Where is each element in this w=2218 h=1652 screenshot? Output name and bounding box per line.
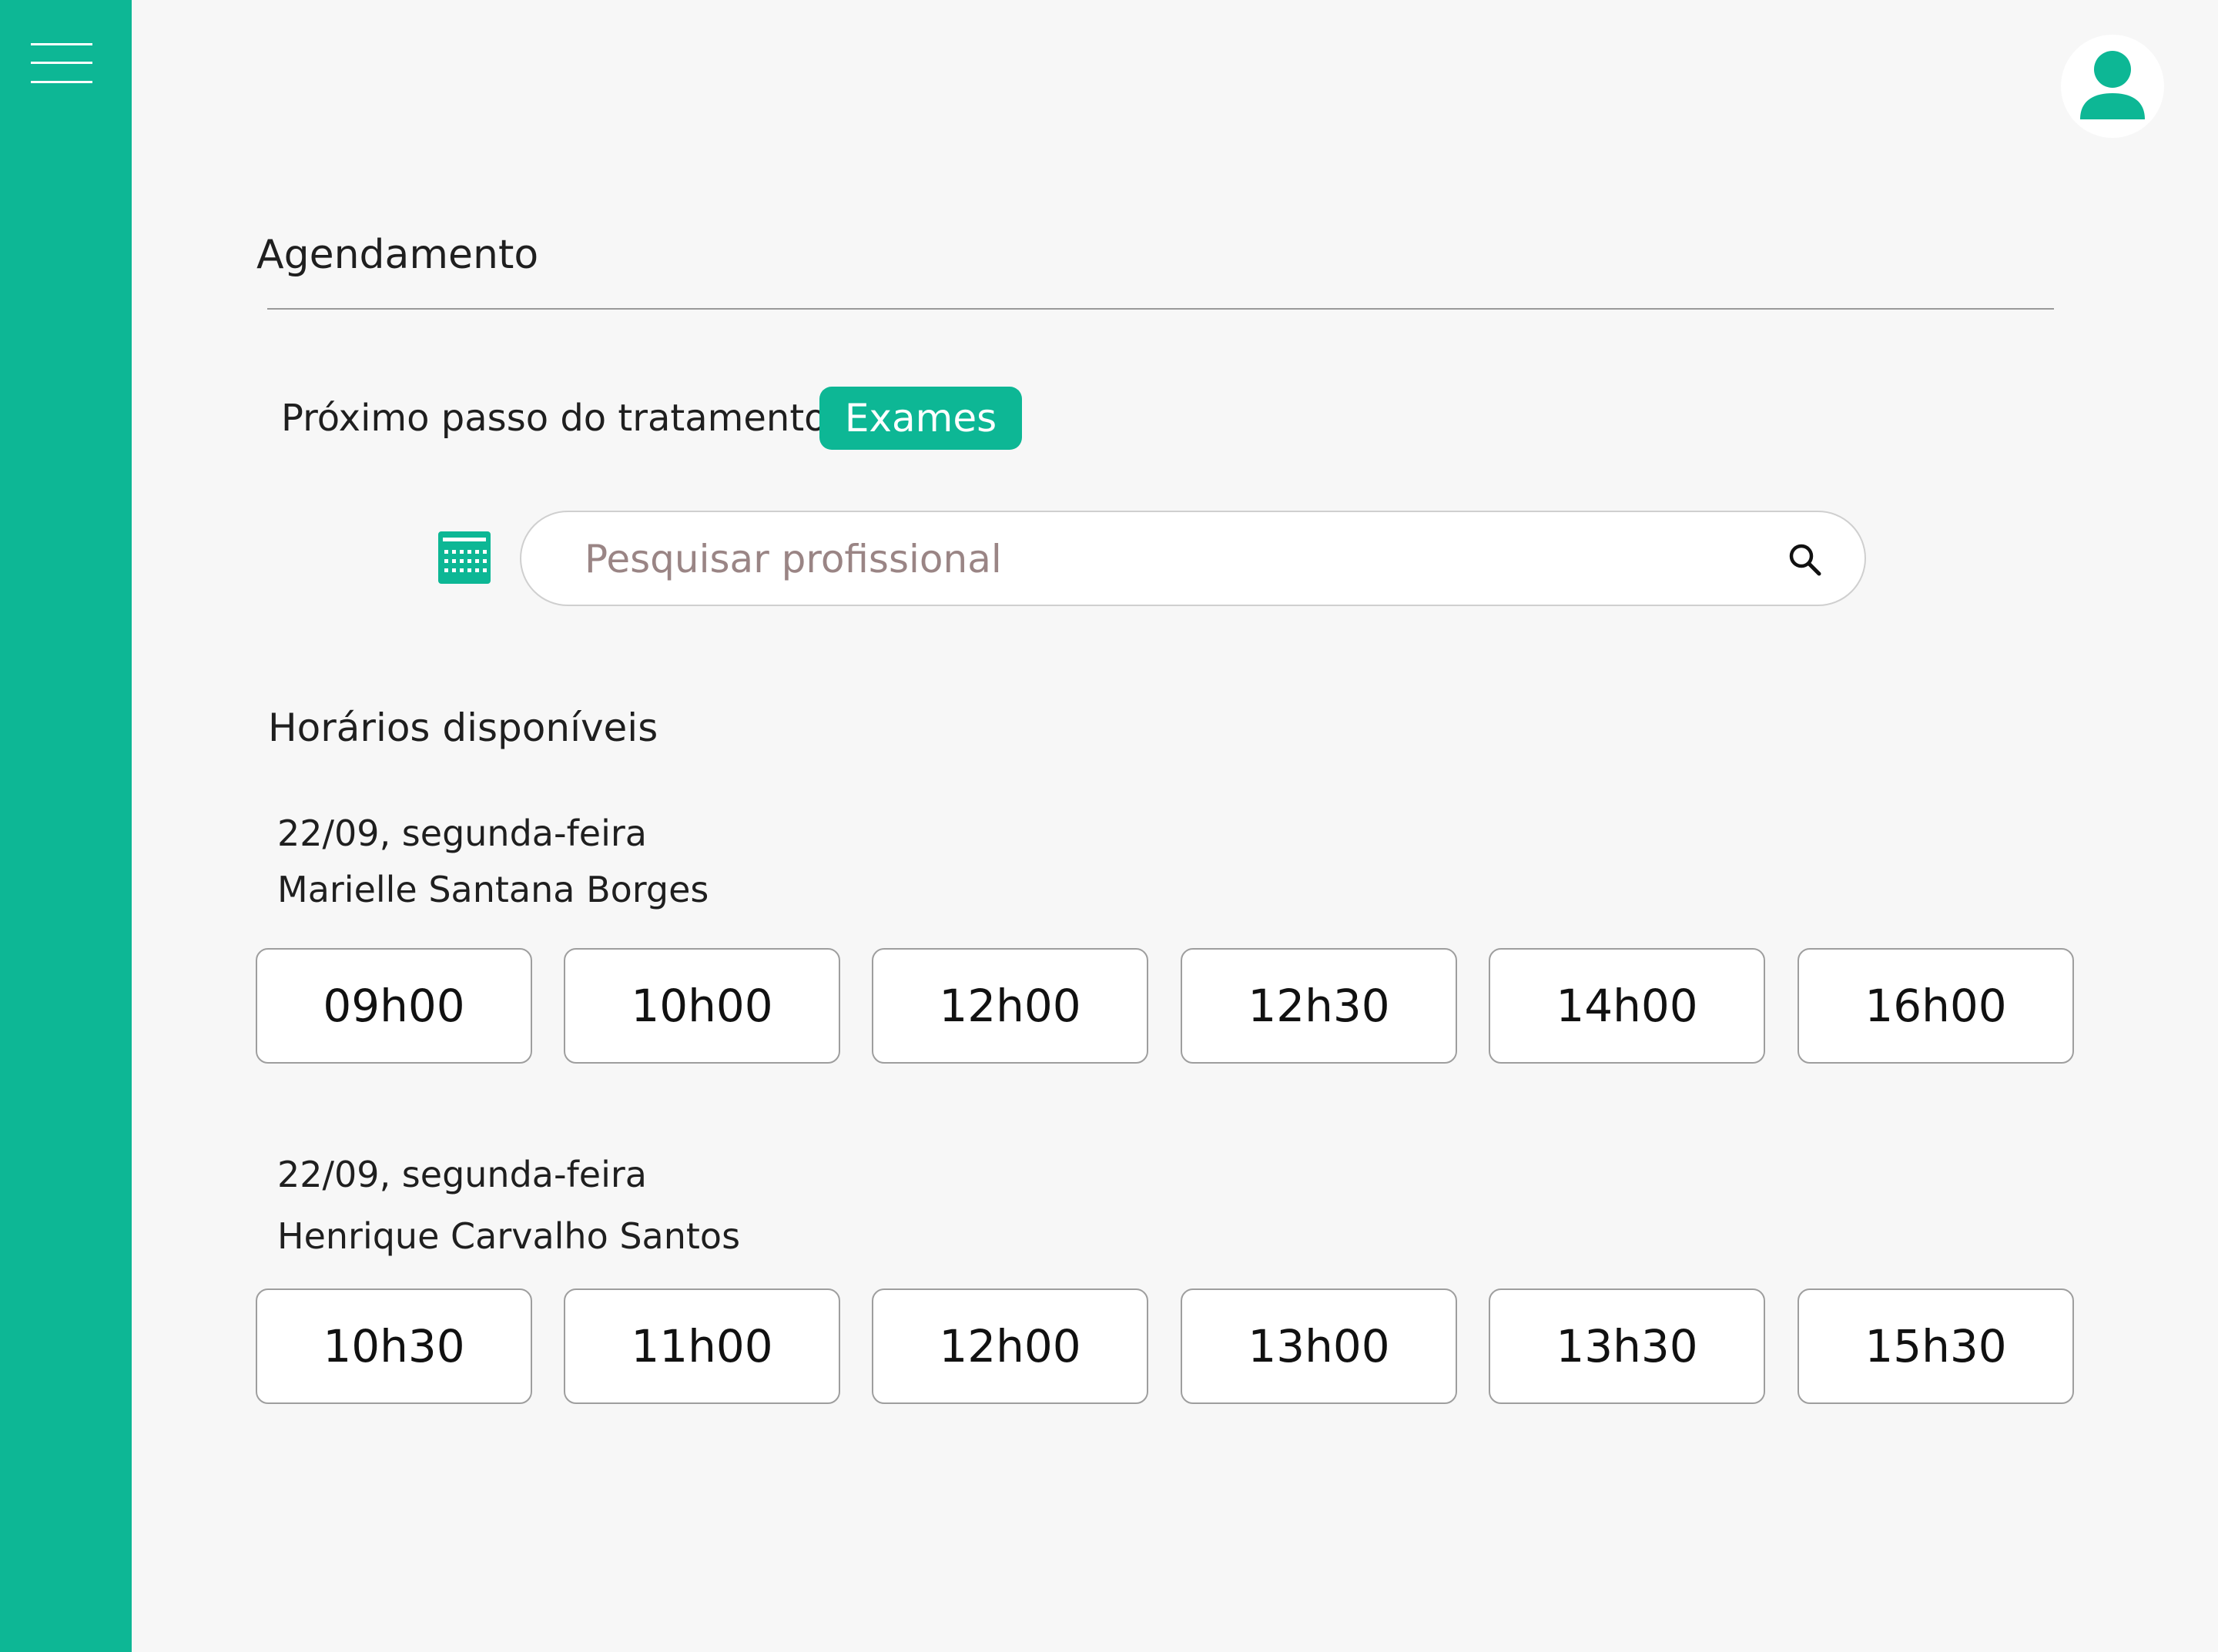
search-bar (520, 511, 1866, 606)
app-root: Agendamento Próximo passo do tratamento:… (0, 0, 2218, 1652)
schedule-date: 22/09, segunda-feira (277, 1154, 647, 1195)
user-avatar-button[interactable] (2061, 35, 2164, 138)
time-slot-row: 09h00 10h00 12h00 12h30 14h00 16h00 (256, 948, 2075, 1064)
available-times-title: Horários disponíveis (268, 705, 658, 750)
menu-bar (31, 81, 92, 83)
next-step-badge: Exames (819, 387, 1022, 450)
time-slot-button[interactable]: 10h30 (256, 1288, 532, 1404)
time-slot-button[interactable]: 14h00 (1489, 948, 1765, 1064)
time-slot-button[interactable]: 11h00 (564, 1288, 840, 1404)
professional-name: Marielle Santana Borges (277, 869, 709, 910)
title-divider (267, 308, 2054, 310)
hamburger-menu-icon[interactable] (31, 40, 92, 86)
time-slot-button[interactable]: 12h30 (1181, 948, 1457, 1064)
schedule-date: 22/09, segunda-feira (277, 813, 647, 854)
time-slot-button[interactable]: 09h00 (256, 948, 532, 1064)
page-title: Agendamento (256, 232, 539, 278)
time-slot-button[interactable]: 10h00 (564, 948, 840, 1064)
calendar-icon[interactable] (437, 530, 492, 585)
menu-bar (31, 62, 92, 64)
search-icon[interactable] (1787, 541, 1824, 578)
time-slot-button[interactable]: 13h00 (1181, 1288, 1457, 1404)
professional-name: Henrique Carvalho Santos (277, 1215, 741, 1257)
time-slot-button[interactable]: 12h00 (872, 1288, 1148, 1404)
time-slot-button[interactable]: 16h00 (1798, 948, 2074, 1064)
time-slot-button[interactable]: 15h30 (1798, 1288, 2074, 1404)
time-slot-button[interactable]: 12h00 (872, 948, 1148, 1064)
time-slot-button[interactable]: 13h30 (1489, 1288, 1765, 1404)
next-step-label: Próximo passo do tratamento: (281, 397, 839, 440)
sidebar (0, 0, 132, 1652)
search-input[interactable] (583, 526, 1741, 592)
user-avatar-icon (2080, 51, 2145, 119)
time-slot-row: 10h30 11h00 12h00 13h00 13h30 15h30 (256, 1288, 2075, 1404)
menu-bar (31, 43, 92, 45)
